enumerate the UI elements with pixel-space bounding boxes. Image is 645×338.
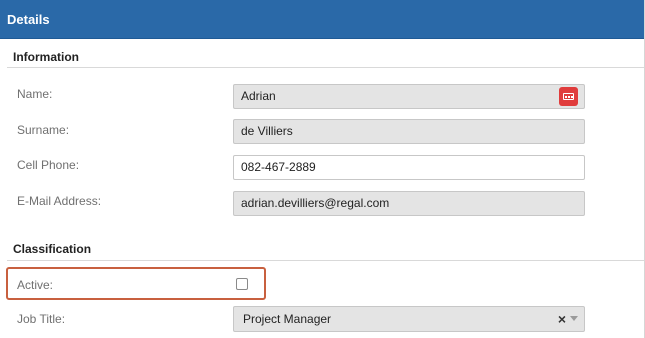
section-title-information: Information	[13, 50, 79, 64]
section-divider	[7, 67, 644, 68]
section-title-classification: Classification	[13, 242, 92, 256]
name-field[interactable]: Adrian	[233, 84, 585, 109]
job-title-label: Job Title:	[17, 312, 66, 326]
details-panel: Details Information Name: Adrian Surname…	[0, 0, 645, 338]
ellipsis-menu-icon[interactable]	[559, 87, 578, 106]
email-value: adrian.devilliers@regal.com	[241, 196, 390, 210]
name-value: Adrian	[241, 89, 276, 103]
name-label: Name:	[17, 87, 53, 101]
section-divider	[7, 260, 644, 261]
details-header: Details	[0, 0, 644, 39]
surname-label: Surname:	[17, 123, 70, 137]
job-title-select[interactable]: Project Manager ×	[233, 306, 585, 332]
email-field[interactable]: adrian.devilliers@regal.com	[233, 191, 585, 216]
surname-field[interactable]: de Villiers	[233, 119, 585, 144]
email-label: E-Mail Address:	[17, 194, 102, 208]
surname-value: de Villiers	[241, 124, 293, 138]
active-checkbox[interactable]	[236, 278, 248, 290]
details-title: Details	[7, 12, 50, 27]
cell-phone-value: 082-467-2889	[241, 160, 316, 174]
job-title-value: Project Manager	[243, 312, 332, 326]
chevron-down-icon[interactable]	[570, 316, 578, 321]
clear-icon[interactable]: ×	[558, 307, 566, 331]
cell-phone-field[interactable]: 082-467-2889	[233, 155, 585, 180]
cell-phone-label: Cell Phone:	[17, 158, 80, 172]
active-label: Active:	[17, 278, 54, 292]
